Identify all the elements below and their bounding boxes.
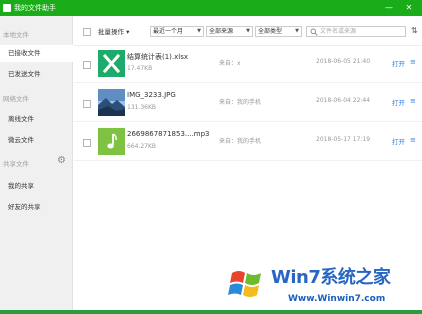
file-date: 2018-06-04 22:44 — [316, 97, 371, 104]
select-all-checkbox[interactable] — [83, 28, 91, 36]
windows-logo-icon — [228, 271, 261, 297]
sidebar-item-label: 我的共享 — [8, 182, 34, 190]
time-filter-label: 最近一个月 — [153, 28, 184, 35]
row-checkbox[interactable] — [83, 61, 91, 69]
source-filter-dropdown[interactable]: 全部来源 ▼ — [206, 26, 253, 37]
app-icon — [3, 4, 11, 12]
file-date: 2018-06-05 21:40 — [316, 58, 371, 65]
watermark: Win7系统之家 Www.Winwin7.com — [222, 260, 420, 310]
time-filter-dropdown[interactable]: 最近一个月 ▼ — [150, 26, 204, 37]
file-source: 来自：我的手机 — [219, 138, 262, 145]
toolbar: 批量操作 ▾ 最近一个月 ▼ 全部来源 ▼ 全部类型 ▼ ⇅ — [74, 16, 422, 46]
gear-icon[interactable]: ⚙ — [57, 156, 67, 166]
sidebar-item-label: 已发送文件 — [8, 70, 41, 78]
file-source: 来自：我的手机 — [219, 99, 262, 106]
sort-icon[interactable]: ⇅ — [411, 26, 418, 36]
search-input[interactable] — [320, 27, 404, 36]
sidebar-header-local: 本地文件 — [3, 31, 29, 39]
open-file-link[interactable]: 打开 — [392, 58, 405, 68]
sidebar-header-share: 共享文件 — [3, 160, 29, 168]
file-name: IMG_3233.JPG — [127, 91, 176, 99]
type-filter-label: 全部类型 — [258, 28, 283, 35]
search-icon — [310, 28, 318, 36]
sidebar-item-label: 微云文件 — [8, 136, 34, 144]
more-menu-icon[interactable]: ≡ — [410, 97, 416, 105]
more-menu-icon[interactable]: ≡ — [410, 136, 416, 144]
file-row[interactable]: IMG_3233.JPG 131.36KB 来自：我的手机 2018-06-04… — [74, 86, 422, 122]
sidebar-header-cloud: 网络文件 — [3, 95, 29, 103]
file-name: 结算统计表(1).xlsx — [127, 53, 189, 61]
window-title: 我的文件助手 — [14, 4, 56, 12]
sidebar-item-my-share[interactable]: 我的共享 — [0, 178, 73, 195]
sidebar-item-label: 好友的共享 — [8, 203, 41, 211]
file-row[interactable]: 结算统计表(1).xlsx 17.47KB 来自：x 2018-06-05 21… — [74, 47, 422, 83]
file-size: 131.36KB — [127, 104, 157, 111]
sidebar-item-weiyun[interactable]: 微云文件 — [0, 132, 73, 149]
more-menu-icon[interactable]: ≡ — [410, 58, 416, 66]
row-checkbox[interactable] — [83, 139, 91, 147]
batch-operation-menu[interactable]: 批量操作 ▾ — [98, 27, 129, 37]
file-source: 来自：x — [219, 60, 241, 67]
excel-file-icon — [98, 50, 125, 77]
close-button[interactable]: ✕ — [404, 3, 414, 13]
open-file-link[interactable]: 打开 — [392, 136, 405, 146]
search-box[interactable] — [306, 26, 406, 37]
sidebar-item-friend-share[interactable]: 好友的共享 — [0, 199, 73, 216]
chevron-down-icon: ▼ — [246, 28, 250, 34]
file-row[interactable]: 2669867871853....mp3 664.27KB 来自：我的手机 20… — [74, 125, 422, 161]
minimize-button[interactable]: — — [384, 3, 394, 13]
image-thumbnail-icon — [98, 89, 125, 116]
row-checkbox[interactable] — [83, 100, 91, 108]
type-filter-dropdown[interactable]: 全部类型 ▼ — [255, 26, 302, 37]
bottom-bar — [0, 310, 422, 314]
file-name: 2669867871853....mp3 — [127, 130, 210, 138]
sidebar: 本地文件 已接收文件 已发送文件 网络文件 离线文件 微云文件 共享文件 ⚙ 我… — [0, 16, 74, 310]
sidebar-item-received[interactable]: 已接收文件 — [0, 45, 74, 62]
file-size: 664.27KB — [127, 143, 157, 150]
audio-file-icon — [98, 128, 125, 155]
batch-operation-label: 批量操作 — [98, 28, 124, 36]
sidebar-item-offline[interactable]: 离线文件 — [0, 111, 73, 128]
chevron-down-icon: ▼ — [197, 28, 201, 34]
title-bar: 我的文件助手 — ✕ — [0, 0, 422, 16]
watermark-url: Www.Winwin7.com — [288, 294, 386, 304]
source-filter-label: 全部来源 — [209, 28, 234, 35]
file-size: 17.47KB — [127, 65, 153, 72]
sidebar-item-label: 已接收文件 — [8, 49, 41, 57]
sidebar-item-sent[interactable]: 已发送文件 — [0, 66, 73, 83]
sidebar-item-label: 离线文件 — [8, 115, 34, 123]
file-date: 2018-05-17 17:19 — [316, 136, 371, 143]
chevron-down-icon: ▼ — [295, 28, 299, 34]
watermark-title: Win7系统之家 — [271, 267, 391, 288]
open-file-link[interactable]: 打开 — [392, 97, 405, 107]
